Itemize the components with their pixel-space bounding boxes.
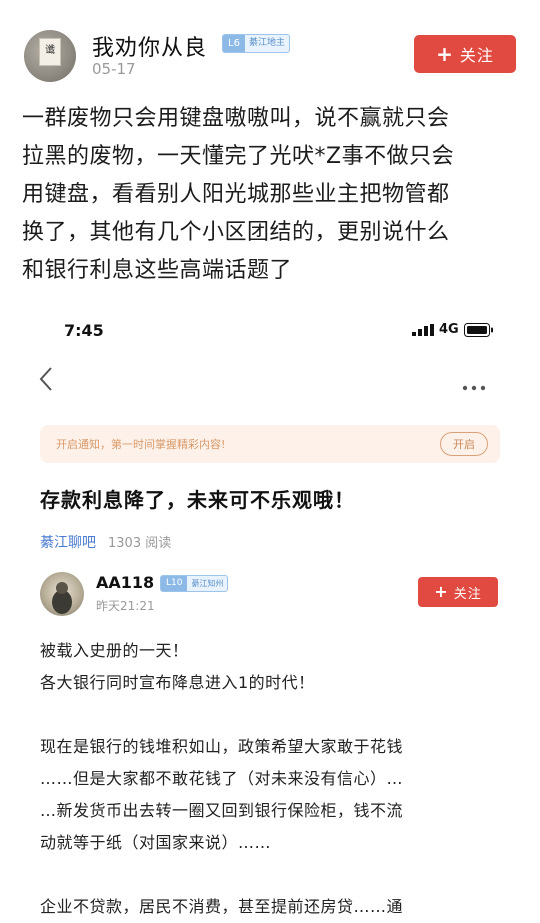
paragraph-line: 企业不贷款，居民不消费，甚至提前还房贷……通 <box>40 897 404 916</box>
avatar-figure <box>52 582 72 614</box>
post-body-line: 和银行利息这些高端话题了 <box>22 258 293 283</box>
follow-button[interactable]: + 关注 <box>414 35 516 73</box>
source-link[interactable]: 綦江聊吧 <box>40 532 96 552</box>
post-body-line: 换了，其他有几个小区团结的，更别说什么 <box>22 220 450 245</box>
read-count: 1303 阅读 <box>108 536 172 551</box>
article-meta: 綦江聊吧 1303 阅读 <box>40 532 171 552</box>
status-icons: 4G <box>412 322 494 337</box>
inner-author-avatar[interactable] <box>40 572 84 616</box>
post-body-line: 一群废物只会用键盘嗷嗷叫，说不赢就只会 <box>22 106 450 131</box>
author-level-badge: L6 綦江地主 <box>222 34 290 53</box>
inner-level-badge: L10 綦江知州 <box>160 575 229 592</box>
more-button[interactable] <box>462 376 492 391</box>
post-body: 一群废物只会用键盘嗷嗷叫，说不赢就只会 拉黑的废物，一天懂完了光吠*Z事不做只会… <box>22 100 522 290</box>
inner-plus-icon: + <box>434 582 449 601</box>
notice-text: 开启通知，第一时间掌握精彩内容! <box>56 438 226 451</box>
notification-banner: 开启通知，第一时间掌握精彩内容! 开启 <box>40 425 500 463</box>
post-body-line: 用键盘，看看别人阳光城那些业主把物管都 <box>22 182 450 207</box>
paragraph-line: 被载入史册的一天！ <box>40 641 189 660</box>
level-title: 綦江地主 <box>248 38 285 48</box>
inner-post-date: 昨天21:21 <box>96 599 155 613</box>
paragraph-line: …新发货币出去转一圈又回到银行保险柜，钱不流 <box>40 801 404 820</box>
inner-follow-label: 关注 <box>453 586 482 602</box>
signal-icon <box>412 323 434 336</box>
inner-paragraph-1: 被载入史册的一天！ 各大银行同时宣布降息进入1的时代！ <box>40 635 510 699</box>
back-button[interactable] <box>38 366 60 394</box>
author-avatar[interactable]: 谶 <box>24 30 76 82</box>
paragraph-line: 各大银行同时宣布降息进入1的时代！ <box>40 673 315 692</box>
post-body-line: 拉黑的废物，一天懂完了光吠*Z事不做只会 <box>22 144 455 169</box>
inner-follow-button[interactable]: + 关注 <box>418 577 498 607</box>
post-date: 05-17 <box>92 60 136 78</box>
battery-icon <box>463 322 493 337</box>
chevron-left-icon <box>39 367 52 391</box>
inner-author-name[interactable]: AA118 <box>96 573 154 592</box>
follow-label: 关注 <box>459 46 494 65</box>
article-title: 存款利息降了，未来可不乐观哦！ <box>40 488 355 512</box>
level-label: L6 <box>223 35 245 52</box>
network-label: 4G <box>439 322 459 337</box>
paragraph-line: 现在是银行的钱堆积如山，政策希望大家敢于花钱 <box>40 737 404 756</box>
paragraph-line: 动就等于纸（对国家来说）…… <box>40 833 272 852</box>
paragraph-line: ……但是大家都不敢花钱了（对未来没有信心）… <box>40 769 404 788</box>
more-dots-icon <box>462 385 486 391</box>
inner-level-label: L10 <box>161 576 188 591</box>
inner-paragraph-3: 企业不贷款，居民不消费，甚至提前还房贷……通 <box>40 891 510 923</box>
avatar-card-text: 谶 <box>45 45 55 56</box>
enable-notification-button[interactable]: 开启 <box>440 432 488 456</box>
status-time: 7:45 <box>64 321 104 340</box>
inner-level-title: 綦江知州 <box>191 579 224 588</box>
author-name[interactable]: 我劝你从良 <box>92 30 207 62</box>
plus-icon: + <box>436 42 454 66</box>
inner-paragraph-2: 现在是银行的钱堆积如山，政策希望大家敢于花钱 ……但是大家都不敢花钱了（对未来没… <box>40 731 510 859</box>
